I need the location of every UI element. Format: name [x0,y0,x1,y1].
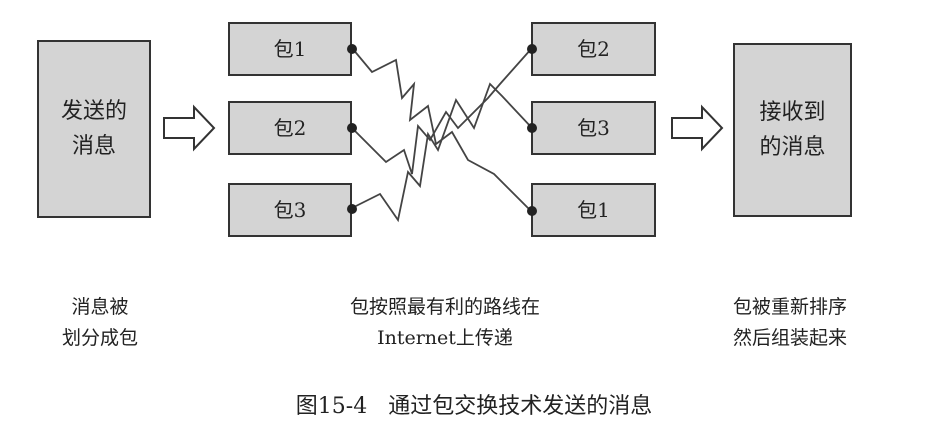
caption-route: 包按照最有利的路线在 Internet上传递 [300,292,590,355]
caption-split-line2: 划分成包 [61,327,138,350]
caption-reassemble: 包被重新排序 然后组装起来 [700,292,880,355]
figure-caption: 图15-4 通过包交换技术发送的消息 [0,388,948,420]
right-packet-2-port [527,123,537,133]
route-packet-1 [351,47,533,213]
caption-split: 消息被 划分成包 [30,292,170,355]
figure-title: 通过包交换技术发送的消息 [388,394,653,419]
route-packet-2 [351,47,533,175]
reassemble-arrow-icon [671,104,724,152]
caption-split-line1: 消息被 [71,296,129,318]
caption-reassemble-line2: 然后组装起来 [732,327,847,350]
caption-route-line2: Internet上传递 [377,327,513,350]
caption-reassemble-line1: 包被重新排序 [732,296,847,318]
split-arrow-icon [163,104,216,152]
left-packet-1-port [347,44,357,54]
right-packet-3-port [527,206,537,216]
caption-route-line1: 包按照最有利的路线在 [349,296,540,318]
left-packet-2-port [347,123,357,133]
route-packet-3 [351,82,533,223]
right-packet-1-port [527,44,537,54]
routing-diagram [163,44,724,223]
figure-number: 图15-4 [295,394,368,419]
left-packet-3-port [347,204,357,214]
